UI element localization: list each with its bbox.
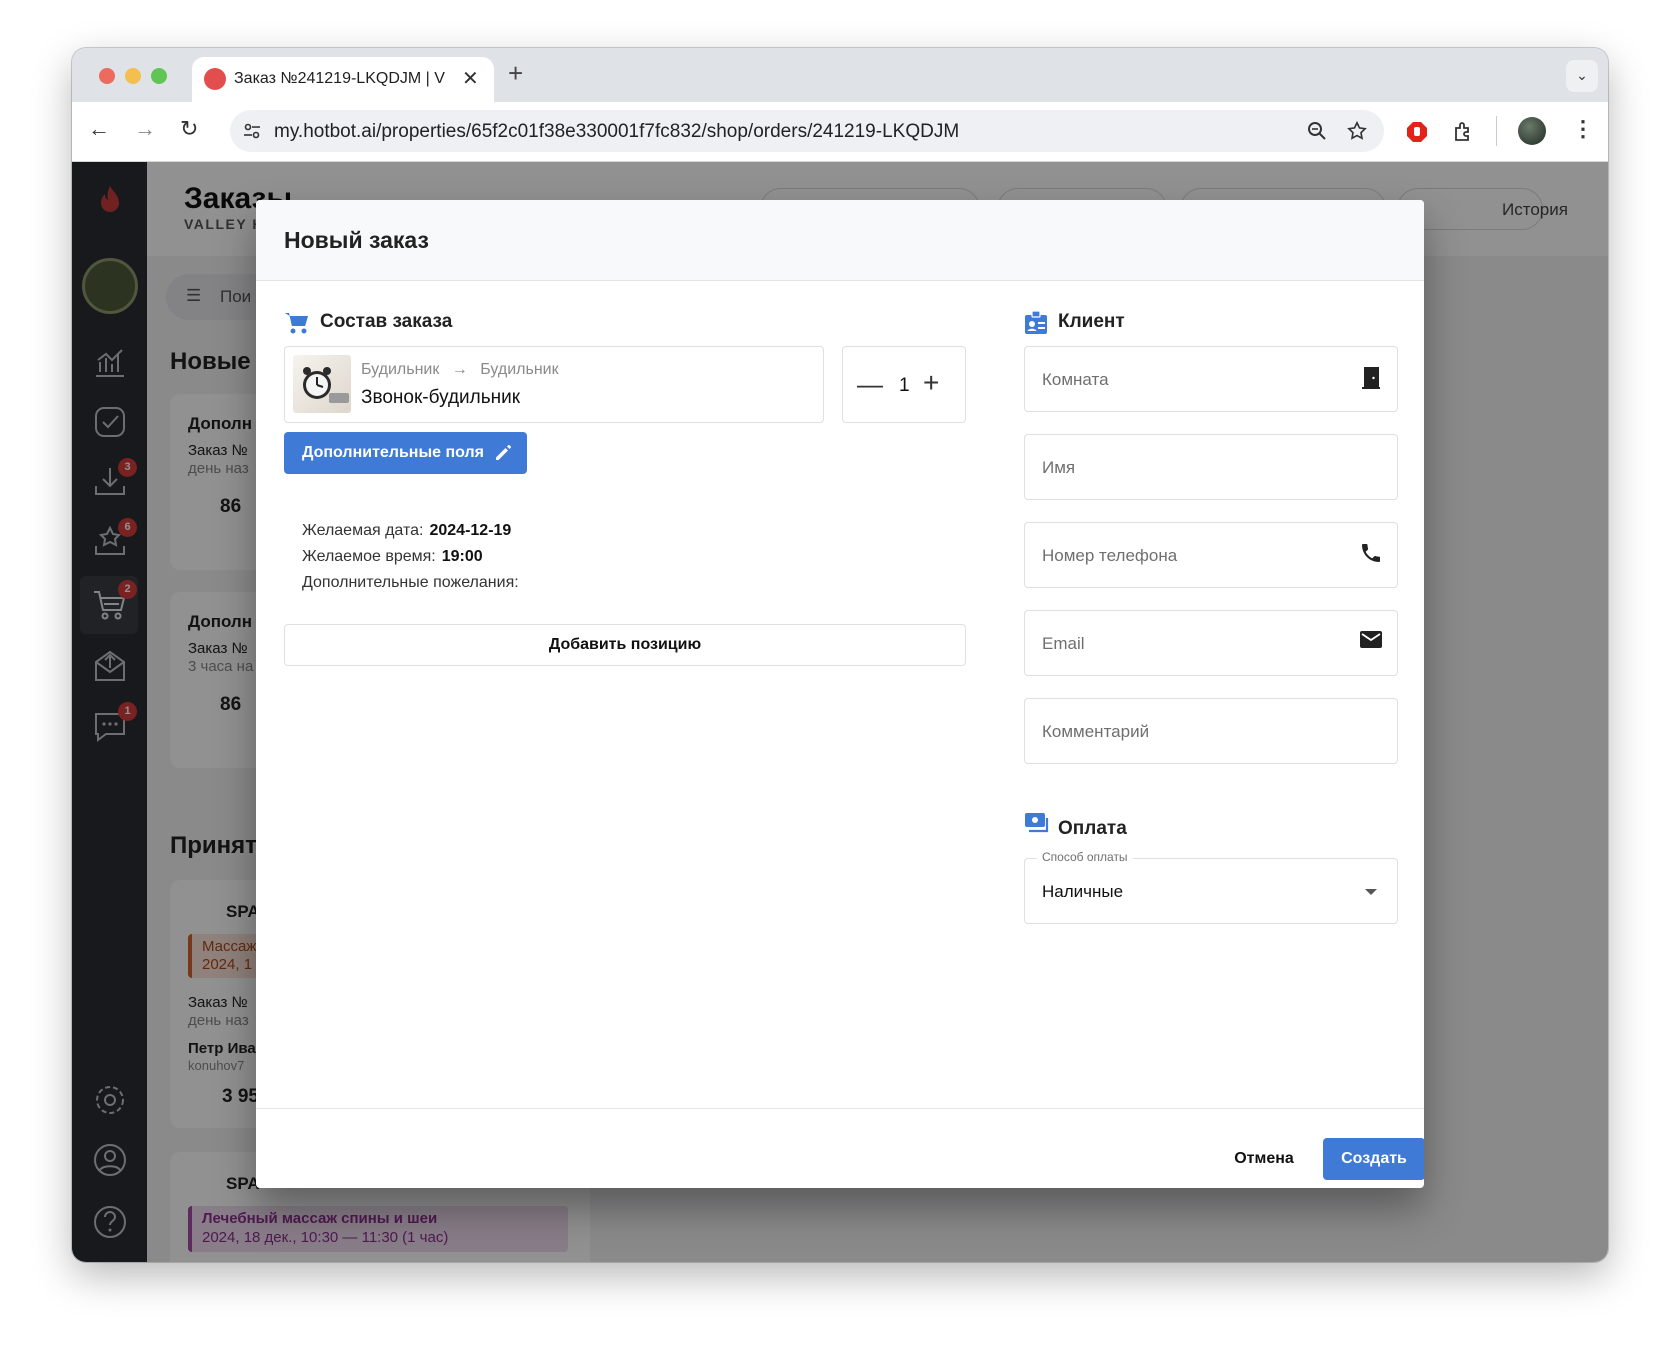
toolbar-divider bbox=[1496, 116, 1497, 146]
zoom-icon[interactable] bbox=[1306, 120, 1328, 142]
desired-time-row: Желаемое время: 19:00 bbox=[302, 548, 483, 566]
room-field[interactable]: Комната bbox=[1024, 346, 1398, 412]
name-field[interactable]: Имя bbox=[1024, 434, 1398, 500]
dialog-title: Новый заказ bbox=[284, 227, 429, 253]
order-item-card: Будильник → Будильник Звонок-будильник bbox=[284, 346, 824, 423]
cart-icon bbox=[285, 313, 308, 334]
close-tab-icon[interactable]: ✕ bbox=[462, 66, 479, 91]
payment-method-value: Наличные bbox=[1042, 882, 1124, 901]
dropdown-caret-icon bbox=[1365, 889, 1377, 895]
breadcrumb-arrow-icon: → bbox=[451, 361, 468, 378]
back-button[interactable]: ← bbox=[88, 116, 110, 142]
extra-fields-button[interactable]: Дополнительные поля bbox=[284, 432, 527, 474]
profile-avatar[interactable] bbox=[1518, 117, 1546, 145]
quantity-stepper: — 1 + bbox=[842, 346, 966, 423]
hotbot-favicon-icon bbox=[204, 68, 226, 90]
tab-strip: Заказ №241219-LKQDJM | V ✕ + ⌄ bbox=[72, 48, 1608, 102]
forward-button[interactable]: → bbox=[134, 116, 156, 142]
payment-method-select[interactable]: Способ оплаты Наличные bbox=[1024, 850, 1398, 924]
tab-search-button[interactable]: ⌄ bbox=[1566, 60, 1598, 92]
desired-date-value: 2024-12-19 bbox=[429, 522, 512, 539]
email-field[interactable]: Email bbox=[1024, 610, 1398, 676]
payment-method-label: Способ оплаты bbox=[1037, 850, 1133, 864]
product-thumbnail bbox=[293, 355, 351, 413]
client-badge-icon bbox=[1025, 310, 1047, 334]
increment-button[interactable]: + bbox=[923, 367, 939, 399]
order-section-title: Состав заказа bbox=[320, 311, 453, 332]
create-button[interactable]: Создать bbox=[1323, 1138, 1424, 1180]
desired-date-label: Желаемая дата: bbox=[302, 522, 424, 539]
wishes-label: Дополнительные пожелания: bbox=[302, 574, 519, 591]
phone-icon bbox=[1362, 544, 1380, 562]
desired-date-row: Желаемая дата: 2024-12-19 bbox=[302, 522, 511, 540]
decrement-button[interactable]: — bbox=[857, 369, 883, 400]
cancel-button[interactable]: Отмена bbox=[1212, 1138, 1316, 1180]
desired-time-value: 19:00 bbox=[441, 548, 483, 565]
dialog-header: Новый заказ bbox=[256, 200, 1424, 281]
mail-icon bbox=[1360, 631, 1382, 648]
browser-menu-icon[interactable]: ⋮ bbox=[1572, 116, 1594, 142]
extensions-puzzle-icon[interactable] bbox=[1452, 120, 1476, 144]
comment-field[interactable]: Комментарий bbox=[1024, 698, 1398, 764]
zoom-window-button[interactable] bbox=[151, 68, 167, 84]
payment-cash-icon bbox=[1025, 813, 1049, 833]
quantity-value: 1 bbox=[899, 375, 910, 396]
email-placeholder: Email bbox=[1042, 634, 1085, 653]
bookmark-star-icon[interactable] bbox=[1346, 120, 1368, 142]
phone-field[interactable]: Номер телефона bbox=[1024, 522, 1398, 588]
item-subcategory: Будильник bbox=[480, 361, 559, 378]
close-window-button[interactable] bbox=[99, 68, 115, 84]
adblock-extension-icon[interactable] bbox=[1405, 120, 1429, 144]
minimize-window-button[interactable] bbox=[125, 68, 141, 84]
site-settings-icon[interactable] bbox=[242, 121, 262, 141]
pencil-icon bbox=[496, 445, 511, 460]
client-section-title: Клиент bbox=[1058, 311, 1125, 332]
browser-window: Заказ №241219-LKQDJM | V ✕ + ⌄ ← → ↻ my.… bbox=[72, 48, 1608, 1262]
door-icon bbox=[1362, 367, 1380, 389]
browser-toolbar: ← → ↻ my.hotbot.ai/properties/65f2c01f38… bbox=[72, 102, 1608, 162]
desired-time-label: Желаемое время: bbox=[302, 548, 436, 565]
tab-title: Заказ №241219-LKQDJM | V bbox=[234, 70, 445, 87]
wishes-row: Дополнительные пожелания: bbox=[302, 574, 519, 592]
name-placeholder: Имя bbox=[1042, 458, 1076, 477]
new-tab-button[interactable]: + bbox=[508, 58, 523, 89]
item-breadcrumb: Будильник → Будильник bbox=[361, 361, 559, 379]
browser-tab[interactable]: Заказ №241219-LKQDJM | V ✕ bbox=[192, 57, 494, 102]
url-text: my.hotbot.ai/properties/65f2c01f38e33000… bbox=[274, 121, 960, 142]
new-order-dialog: Новый заказ Состав заказа Будильник → Бу… bbox=[256, 200, 1424, 1188]
reload-button[interactable]: ↻ bbox=[180, 116, 198, 142]
comment-placeholder: Комментарий bbox=[1042, 722, 1150, 741]
payment-section-title: Оплата bbox=[1058, 818, 1127, 839]
room-placeholder: Комната bbox=[1042, 370, 1109, 389]
address-bar[interactable]: my.hotbot.ai/properties/65f2c01f38e33000… bbox=[230, 110, 1384, 152]
add-item-button[interactable]: Добавить позицию bbox=[284, 624, 966, 666]
phone-placeholder: Номер телефона bbox=[1042, 546, 1178, 565]
item-name: Звонок-будильник bbox=[361, 387, 521, 408]
item-category: Будильник bbox=[361, 361, 440, 378]
extra-fields-label: Дополнительные поля bbox=[302, 444, 485, 461]
